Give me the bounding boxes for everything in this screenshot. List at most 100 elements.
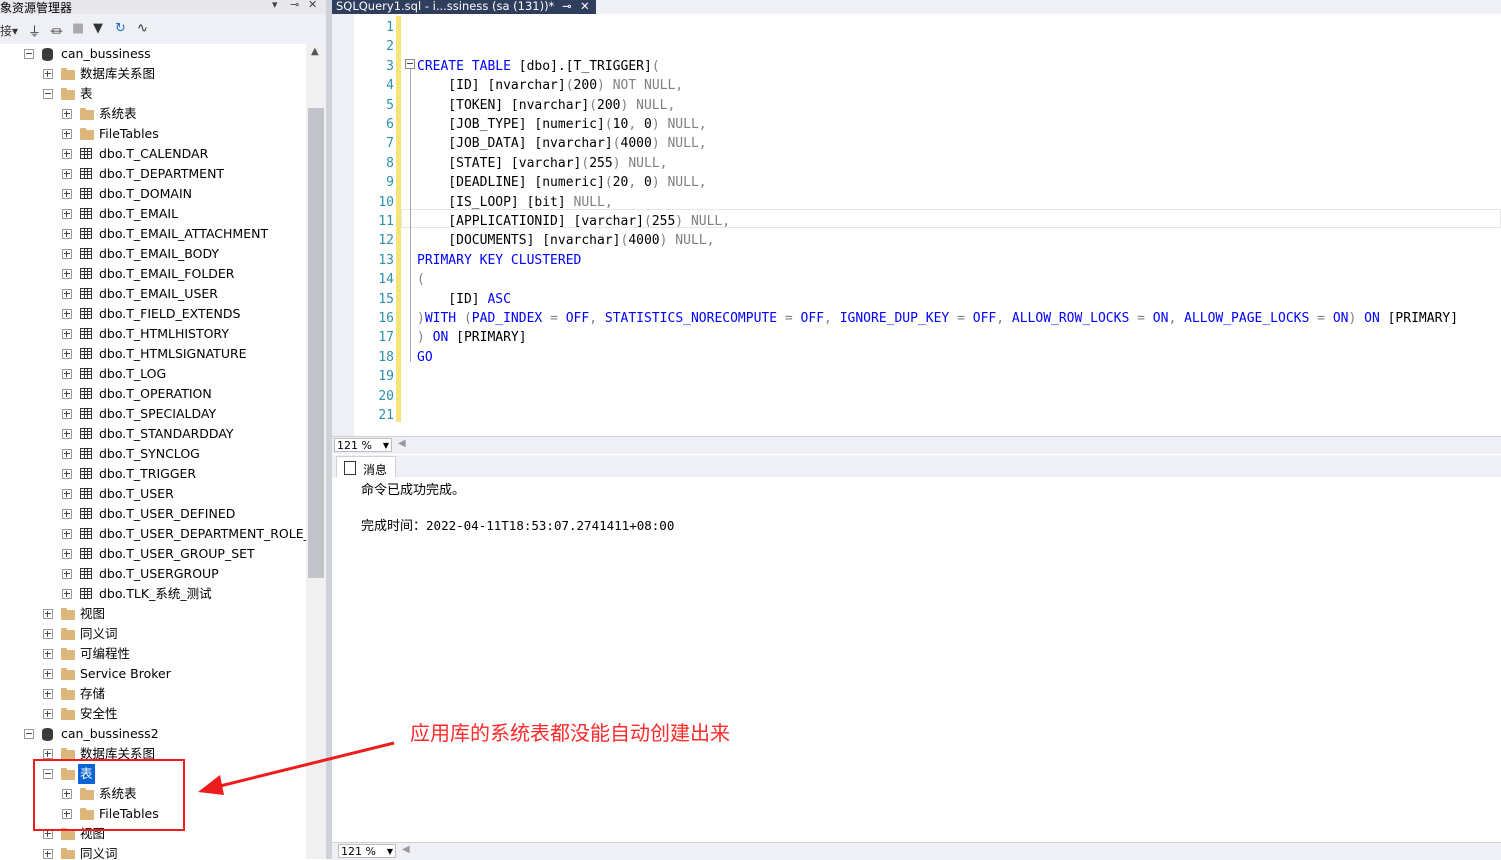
expand-icon[interactable]: [62, 489, 72, 499]
tree-node-dbo-t-email[interactable]: dbo.T_EMAIL: [0, 204, 306, 224]
collapse-icon[interactable]: [24, 729, 34, 739]
document-tab-bar: SQLQuery1.sql - i...ssiness (sa (131))* …: [332, 0, 1501, 14]
expand-icon[interactable]: [62, 249, 72, 259]
tree-node-dbo-t-htmlhistory[interactable]: dbo.T_HTMLHISTORY: [0, 324, 306, 344]
tree-node-item[interactable]: 视图: [0, 604, 306, 624]
expand-icon[interactable]: [43, 609, 53, 619]
expand-icon[interactable]: [43, 649, 53, 659]
tree-node-item[interactable]: 同义词: [0, 624, 306, 644]
expand-icon[interactable]: [62, 429, 72, 439]
tree-node-dbo-t-email-attachment[interactable]: dbo.T_EMAIL_ATTACHMENT: [0, 224, 306, 244]
scrollbar-thumb[interactable]: [308, 108, 324, 578]
tree-node-dbo-t-field-extends[interactable]: dbo.T_FIELD_EXTENDS: [0, 304, 306, 324]
connect-button[interactable]: 接▾: [0, 22, 18, 39]
code-line: GO: [417, 349, 433, 365]
expand-icon[interactable]: [62, 189, 72, 199]
tab-sqlquery1[interactable]: SQLQuery1.sql - i...ssiness (sa (131))* …: [332, 0, 596, 14]
expand-icon[interactable]: [43, 689, 53, 699]
expand-icon[interactable]: [62, 329, 72, 339]
tree-node-dbo-t-email-user[interactable]: dbo.T_EMAIL_USER: [0, 284, 306, 304]
filter-icon[interactable]: ▼: [93, 21, 103, 36]
expand-icon[interactable]: [43, 749, 53, 759]
editor-zoom-select[interactable]: 121 % ▼: [334, 438, 392, 452]
expand-icon[interactable]: [62, 409, 72, 419]
scroll-left-icon[interactable]: ◀: [402, 844, 410, 855]
dropdown-icon[interactable]: ▾: [272, 0, 278, 11]
tree-node-dbo-t-trigger[interactable]: dbo.T_TRIGGER: [0, 464, 306, 484]
tree-node-dbo-tlk[interactable]: dbo.TLK_系统_测试: [0, 584, 306, 604]
tree-node-dbo-t-user-department-role-si[interactable]: dbo.T_USER_DEPARTMENT_ROLE_SI: [0, 524, 306, 544]
expand-icon[interactable]: [62, 589, 72, 599]
expand-icon[interactable]: [62, 569, 72, 579]
tree-node-dbo-t-email-body[interactable]: dbo.T_EMAIL_BODY: [0, 244, 306, 264]
expand-icon[interactable]: [43, 69, 53, 79]
tree-node-dbo-t-email-folder[interactable]: dbo.T_EMAIL_FOLDER: [0, 264, 306, 284]
tree-node-dbo-t-department[interactable]: dbo.T_DEPARTMENT: [0, 164, 306, 184]
expand-icon[interactable]: [62, 529, 72, 539]
tree-node-dbo-t-calendar[interactable]: dbo.T_CALENDAR: [0, 144, 306, 164]
expand-icon[interactable]: [62, 509, 72, 519]
tree-node-dbo-t-user[interactable]: dbo.T_USER: [0, 484, 306, 504]
expand-icon[interactable]: [62, 469, 72, 479]
line-number: 9: [386, 175, 394, 191]
tree-node-can-bussiness[interactable]: can_bussiness: [0, 44, 306, 64]
line-number: 4: [386, 78, 394, 94]
disconnect-icon[interactable]: ⏛: [50, 21, 63, 40]
expand-icon[interactable]: [62, 109, 72, 119]
folder-icon: [61, 668, 75, 680]
expand-icon[interactable]: [62, 369, 72, 379]
collapse-icon[interactable]: [43, 89, 53, 99]
tab-messages[interactable]: 消息: [336, 456, 396, 478]
activity-monitor-icon[interactable]: ∿: [137, 21, 148, 36]
tree-node-dbo-t-htmlsignature[interactable]: dbo.T_HTMLSIGNATURE: [0, 344, 306, 364]
collapse-region-icon[interactable]: [405, 59, 415, 69]
results-zoom-select[interactable]: 121 % ▼: [338, 844, 396, 858]
results-pane[interactable]: 命令已成功完成。 完成时间：2022-04-11T18:53:07.274141…: [332, 477, 1501, 845]
close-icon[interactable]: ✕: [308, 0, 317, 11]
tree-node-dbo-t-operation[interactable]: dbo.T_OPERATION: [0, 384, 306, 404]
tree-node-dbo-t-usergroup[interactable]: dbo.T_USERGROUP: [0, 564, 306, 584]
expand-icon[interactable]: [62, 449, 72, 459]
expand-icon[interactable]: [62, 229, 72, 239]
tree-node-dbo-t-specialday[interactable]: dbo.T_SPECIALDAY: [0, 404, 306, 424]
tree-node-service-broker[interactable]: Service Broker: [0, 664, 306, 684]
scroll-up-icon[interactable]: ▲: [311, 46, 319, 57]
expand-icon[interactable]: [62, 129, 72, 139]
tree-node-dbo-t-user-group-set[interactable]: dbo.T_USER_GROUP_SET: [0, 544, 306, 564]
collapse-icon[interactable]: [24, 49, 34, 59]
sql-editor[interactable]: 1 2 3 4 5 6 7 8 9 10 11 12 13 14 15 16 17 18 19 20 21 CREATE …: [332, 14, 1501, 436]
connect-object-icon[interactable]: ⏚: [28, 21, 41, 40]
tree-node-dbo-t-log[interactable]: dbo.T_LOG: [0, 364, 306, 384]
expand-icon[interactable]: [62, 169, 72, 179]
expand-icon[interactable]: [62, 209, 72, 219]
expand-icon[interactable]: [62, 149, 72, 159]
expand-icon[interactable]: [62, 309, 72, 319]
expand-icon[interactable]: [62, 389, 72, 399]
expand-icon[interactable]: [43, 709, 53, 719]
stop-icon[interactable]: ■: [72, 21, 84, 36]
close-tab-icon[interactable]: ✕: [580, 0, 590, 12]
tree-node-item[interactable]: 系统表: [0, 104, 306, 124]
expand-icon[interactable]: [62, 269, 72, 279]
scroll-left-icon[interactable]: ◀: [398, 438, 406, 449]
expand-icon[interactable]: [43, 629, 53, 639]
refresh-icon[interactable]: ↻: [115, 21, 126, 36]
expand-icon[interactable]: [62, 289, 72, 299]
tree-node-dbo-t-standardday[interactable]: dbo.T_STANDARDDAY: [0, 424, 306, 444]
expand-icon[interactable]: [43, 669, 53, 679]
tree-node-item[interactable]: 同义词: [0, 844, 306, 859]
expand-icon[interactable]: [62, 549, 72, 559]
tree-node-item[interactable]: 安全性: [0, 704, 306, 724]
pin-icon[interactable]: ⊸: [290, 0, 299, 11]
tree-node-filetables[interactable]: FileTables: [0, 124, 306, 144]
tree-node-item[interactable]: 数据库关系图: [0, 64, 306, 84]
tree-node-dbo-t-user-defined[interactable]: dbo.T_USER_DEFINED: [0, 504, 306, 524]
expand-icon[interactable]: [43, 849, 53, 859]
tree-node-dbo-t-domain[interactable]: dbo.T_DOMAIN: [0, 184, 306, 204]
tree-node-item[interactable]: 存储: [0, 684, 306, 704]
pin-tab-icon[interactable]: ⊸: [562, 0, 572, 12]
tree-node-item[interactable]: 表: [0, 84, 306, 104]
tree-node-item[interactable]: 可编程性: [0, 644, 306, 664]
tree-node-dbo-t-synclog[interactable]: dbo.T_SYNCLOG: [0, 444, 306, 464]
expand-icon[interactable]: [62, 349, 72, 359]
